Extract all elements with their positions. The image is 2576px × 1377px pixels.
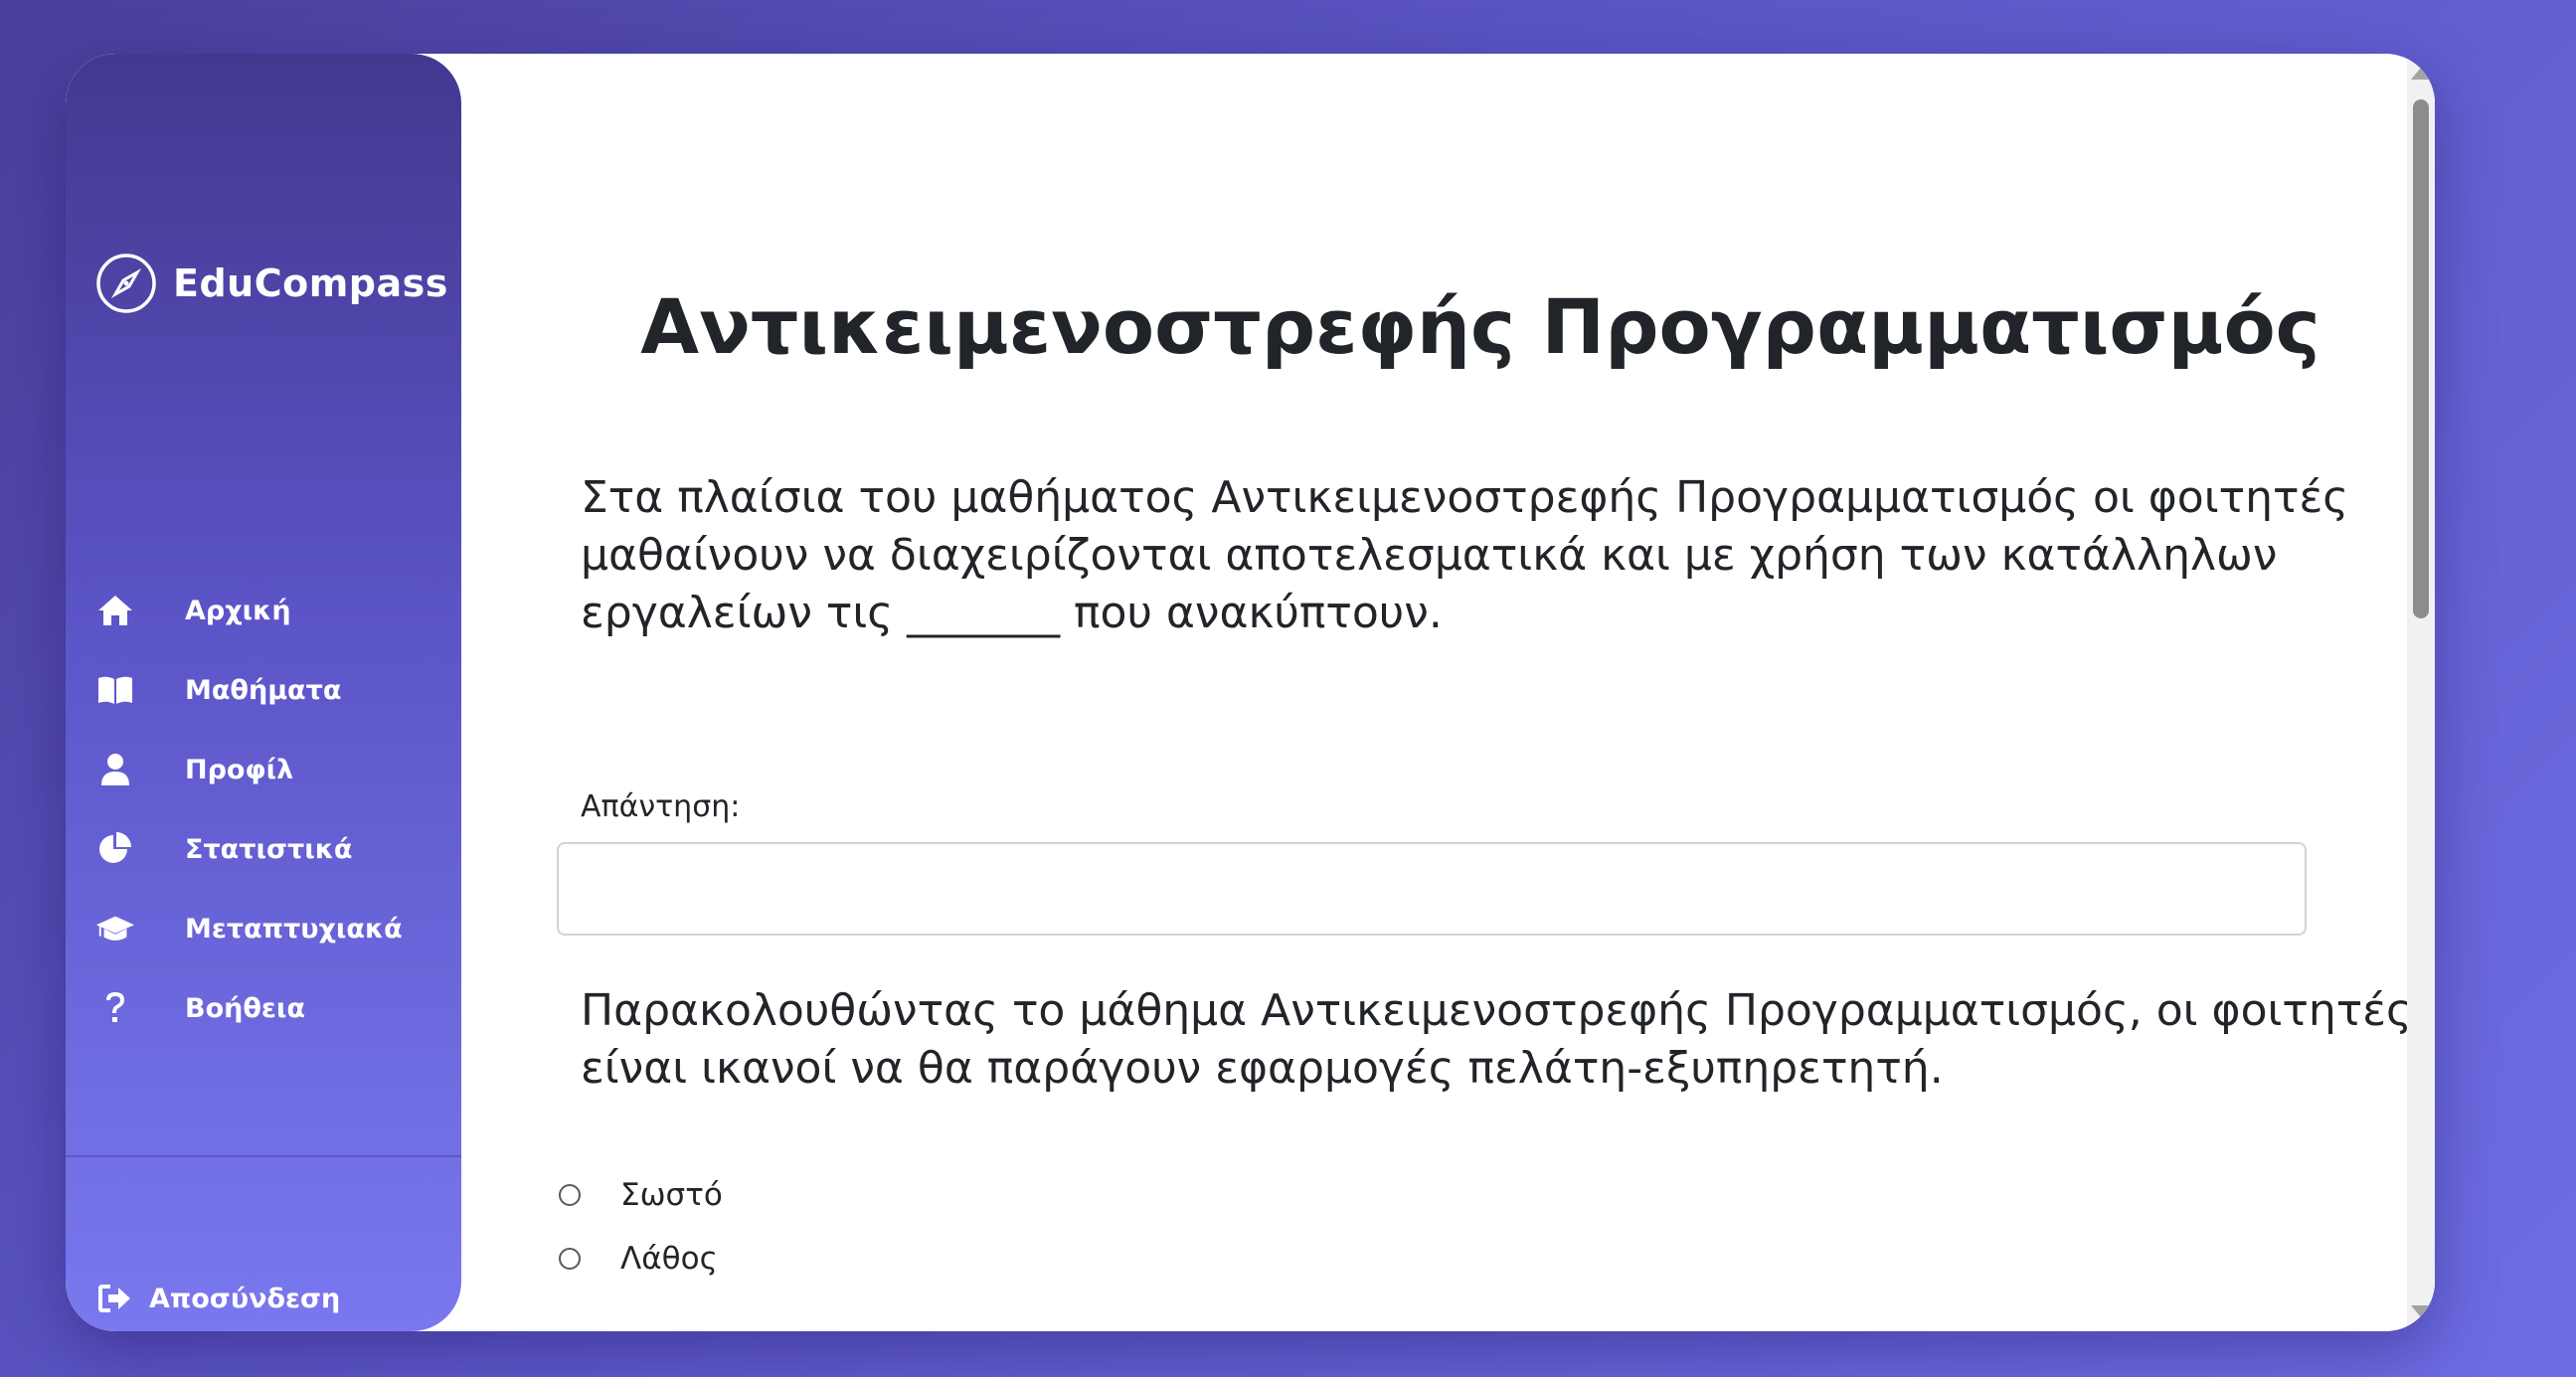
radio-button[interactable] (559, 1184, 581, 1206)
question-2-text: Παρακολουθώντας το μάθημα Αντικειμενοστρ… (581, 985, 2412, 1094)
sidebar-item-label: Αρχική (185, 595, 291, 626)
app-name: EduCompass (173, 261, 448, 305)
option-label: Σωστό (620, 1177, 723, 1213)
scroll-down-icon[interactable] (2411, 1305, 2431, 1317)
sidebar-item-home[interactable]: Αρχική (66, 591, 461, 630)
main-content: Αντικειμενοστρεφής Προγραμματισμός Στα π… (461, 54, 2435, 1331)
logout-icon (95, 1279, 135, 1318)
scroll-up-icon[interactable] (2411, 68, 2431, 80)
question-1-text: Στα πλαίσια του μαθήματος Αντικειμενοστρ… (581, 472, 2349, 638)
sidebar-item-help[interactable]: Βοήθεια (66, 988, 461, 1028)
sidebar-item-label: Στατιστικά (185, 833, 353, 865)
sidebar-item-statistics[interactable]: Στατιστικά (66, 829, 461, 869)
sidebar-item-label: Προφίλ (185, 754, 294, 785)
logo[interactable]: EduCompass (95, 253, 448, 314)
option-label: Λάθος (620, 1241, 718, 1277)
book-open-icon (95, 670, 135, 710)
logout-label: Αποσύνδεση (149, 1283, 341, 1314)
sidebar-item-postgraduate[interactable]: Μεταπτυχιακά (66, 909, 461, 948)
radio-button[interactable] (559, 1248, 581, 1270)
answer-label: Απάντηση: (581, 789, 741, 824)
compass-icon (95, 253, 157, 314)
option-true[interactable]: Σωστό (559, 1177, 723, 1213)
sidebar-divider (66, 1155, 461, 1157)
answer-input[interactable] (557, 842, 2307, 936)
page-title: Αντικειμενοστρεφής Προγραμματισμός (640, 282, 2320, 371)
sidebar-item-profile[interactable]: Προφίλ (66, 750, 461, 789)
sidebar-item-label: Μεταπτυχιακά (185, 913, 403, 945)
vertical-scrollbar[interactable] (2407, 54, 2435, 1331)
sidebar-nav: Αρχική Μαθήματα Προφίλ Στατιστικά Μεταπτ… (66, 591, 461, 1068)
question-icon (95, 988, 135, 1028)
pie-chart-icon (95, 829, 135, 869)
user-icon (95, 750, 135, 789)
logout-button[interactable]: Αποσύνδεση (95, 1279, 340, 1318)
sidebar: EduCompass Αρχική Μαθήματα Προφίλ Στατισ… (66, 54, 461, 1331)
app-window: EduCompass Αρχική Μαθήματα Προφίλ Στατισ… (66, 54, 2435, 1331)
home-icon (95, 591, 135, 630)
option-false[interactable]: Λάθος (559, 1241, 718, 1277)
sidebar-item-courses[interactable]: Μαθήματα (66, 670, 461, 710)
sidebar-item-label: Βοήθεια (185, 992, 305, 1024)
scroll-thumb[interactable] (2413, 99, 2429, 618)
graduation-cap-icon (95, 909, 135, 948)
sidebar-item-label: Μαθήματα (185, 674, 342, 706)
